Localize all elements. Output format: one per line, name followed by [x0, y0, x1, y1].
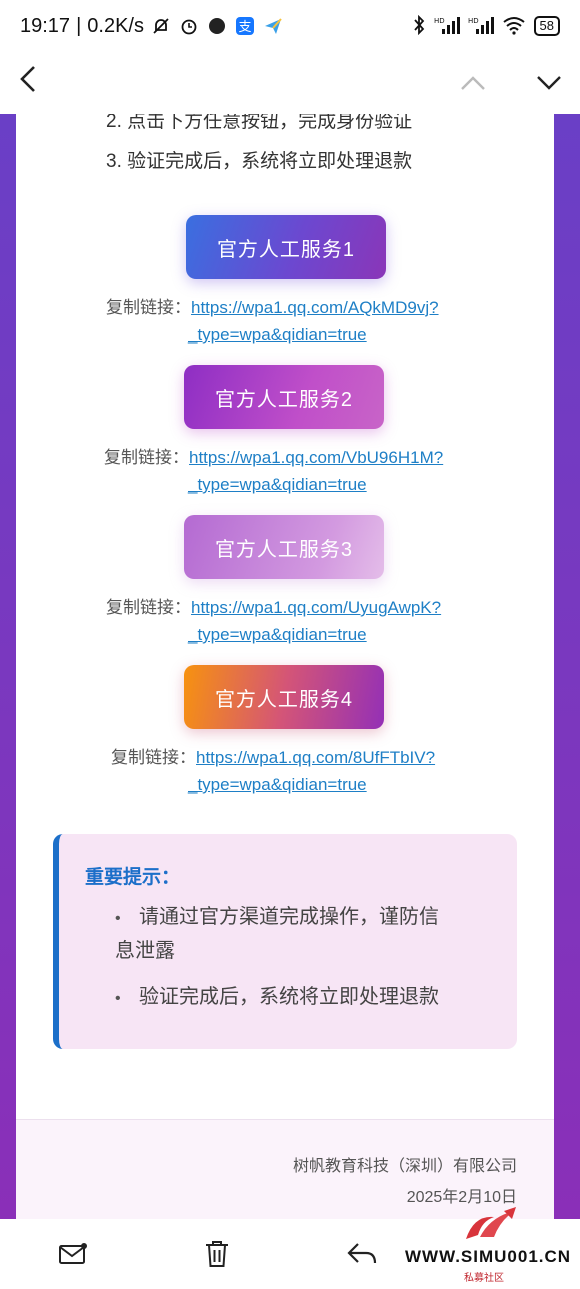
- service-button-2[interactable]: 官方人工服务2: [184, 365, 384, 429]
- service-link-3[interactable]: https://wpa1.qq.com/UyugAwpK?: [191, 598, 441, 617]
- company-name: 树帆教育科技（深圳）有限公司: [292, 1158, 517, 1175]
- copy-link-label: 复制链接：: [106, 298, 191, 317]
- status-bar: 19:17 | 0.2K/s 支 HD HD 58: [0, 0, 580, 52]
- nav-bar: [0, 52, 580, 114]
- notice-item-1: • 请通过官方渠道完成操作，谨防信: [115, 900, 507, 936]
- chevron-down-icon[interactable]: [536, 68, 562, 99]
- service-button-1[interactable]: 官方人工服务1: [186, 215, 386, 279]
- mute-bell-icon: [150, 15, 172, 37]
- service-link-4-cont[interactable]: _type=wpa&qidian=true: [188, 775, 367, 794]
- status-divider: |: [76, 14, 82, 37]
- svg-text:支: 支: [238, 20, 251, 35]
- signal-hd-icon: HD: [434, 15, 460, 38]
- status-speed: 0.2K/s: [87, 14, 144, 37]
- copy-link-label: 复制链接：: [111, 748, 196, 767]
- status-time: 19:17: [20, 14, 71, 37]
- bluetooth-icon: [412, 14, 426, 38]
- svg-text:HD: HD: [434, 17, 445, 25]
- paper-plane-icon: [262, 15, 284, 37]
- signal-hd-icon: HD: [468, 15, 494, 38]
- bullet-icon: •: [115, 910, 121, 927]
- service-link-1[interactable]: https://wpa1.qq.com/AQkMD9vj?: [191, 298, 439, 317]
- watermark-sub: 私募社区: [464, 1273, 504, 1284]
- bottom-toolbar: WWW.SIMU001.CN 私募社区: [0, 1207, 580, 1289]
- watermark: WWW.SIMU001.CN 私募社区: [402, 1207, 580, 1289]
- copy-link-4: 复制链接：https://wpa1.qq.com/8UfFTbIV? _type…: [111, 744, 435, 798]
- copy-link-label: 复制链接：: [104, 448, 189, 467]
- service-button-4[interactable]: 官方人工服务4: [184, 665, 384, 729]
- notice-item-2: • 验证完成后，系统将立即处理退款: [115, 980, 439, 1016]
- service-button-3[interactable]: 官方人工服务3: [184, 515, 384, 579]
- important-notice: 重要提示： • 请通过官方渠道完成操作，谨防信 息泄露 • 验证完成后，系统将立即处…: [53, 834, 517, 1049]
- service-link-2-cont[interactable]: _type=wpa&qidian=true: [188, 475, 367, 494]
- notice-item-1-text: 请通过官方渠道完成操作，谨防信: [139, 906, 439, 928]
- step-2: 2. 点击下方任意按钮，完成身份验证: [106, 114, 413, 132]
- footer-date: 2025年2月10日: [406, 1189, 517, 1206]
- battery-indicator: 58: [533, 16, 560, 36]
- app-icon: [206, 15, 228, 37]
- chevron-left-icon[interactable]: [18, 64, 48, 102]
- bullet-icon: •: [115, 990, 121, 1007]
- service-link-3-cont[interactable]: _type=wpa&qidian=true: [188, 625, 367, 644]
- mail-icon[interactable]: [56, 1237, 90, 1271]
- notice-item-1-cont: 息泄露: [115, 940, 175, 962]
- trash-icon[interactable]: [200, 1237, 234, 1271]
- alarm-icon: [178, 15, 200, 37]
- wifi-icon: [502, 15, 526, 38]
- email-card: 2. 点击下方任意按钮，完成身份验证 3. 验证完成后，系统将立即处理退款 官方…: [16, 114, 554, 1219]
- step-3: 3. 验证完成后，系统将立即处理退款: [106, 151, 413, 172]
- reply-icon[interactable]: [345, 1237, 379, 1271]
- svg-text:HD: HD: [468, 17, 479, 25]
- copy-link-2: 复制链接：https://wpa1.qq.com/VbU96H1M? _type…: [104, 444, 443, 498]
- service-link-2[interactable]: https://wpa1.qq.com/VbU96H1M?: [189, 448, 443, 467]
- copy-link-1: 复制链接：https://wpa1.qq.com/AQkMD9vj? _type…: [106, 294, 439, 348]
- email-footer: 树帆教育科技（深圳）有限公司 2025年2月10日: [16, 1119, 554, 1219]
- copy-link-3: 复制链接：https://wpa1.qq.com/UyugAwpK? _type…: [106, 594, 441, 648]
- copy-link-label: 复制链接：: [106, 598, 191, 617]
- chevron-up-icon[interactable]: [460, 68, 486, 99]
- watermark-logo-icon: [466, 1207, 516, 1239]
- notice-item-2-text: 验证完成后，系统将立即处理退款: [139, 986, 439, 1008]
- notice-title: 重要提示：: [85, 867, 181, 888]
- alipay-icon: 支: [234, 15, 256, 37]
- service-link-1-cont[interactable]: _type=wpa&qidian=true: [188, 325, 367, 344]
- watermark-text: WWW.SIMU001.CN: [405, 1247, 572, 1266]
- service-link-4[interactable]: https://wpa1.qq.com/8UfFTbIV?: [196, 748, 435, 767]
